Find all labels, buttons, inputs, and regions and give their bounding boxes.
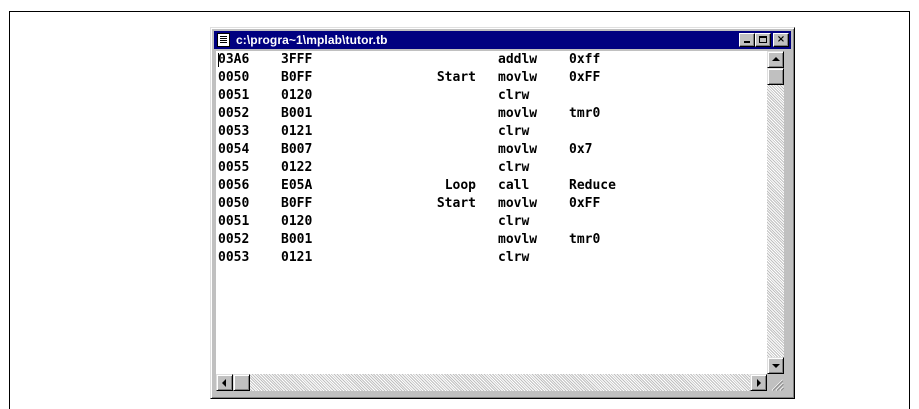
opcode-cell: E05A: [281, 178, 313, 193]
mnemonic-cell: addlw: [498, 52, 538, 67]
arrow-up-icon: [772, 57, 780, 61]
address-cell: 0056: [218, 178, 250, 193]
mnemonic-cell: movlw: [498, 196, 538, 211]
label-cell: Start: [436, 70, 476, 85]
opcode-cell: B001: [281, 232, 313, 247]
arrow-left-icon: [222, 379, 226, 387]
opcode-cell: 3FFF: [281, 52, 313, 67]
scroll-up-button[interactable]: [767, 51, 784, 68]
arrow-down-icon: [772, 364, 780, 368]
mnemonic-cell: clrw: [498, 214, 530, 229]
opcode-cell: B007: [281, 142, 313, 157]
maximize-button[interactable]: [755, 33, 771, 47]
mnemonic-cell: clrw: [498, 124, 530, 139]
address-cell: 0052: [218, 232, 250, 247]
opcode-cell: B001: [281, 106, 313, 121]
address-cell: 0052: [218, 106, 250, 121]
address-cell: 0050: [218, 70, 250, 85]
mnemonic-cell: movlw: [498, 106, 538, 121]
opcode-cell: 0120: [281, 214, 313, 229]
grip-line: [780, 387, 785, 391]
close-icon: ×: [776, 34, 786, 45]
close-button[interactable]: ×: [773, 33, 789, 47]
address-cell: 0053: [218, 124, 250, 139]
horizontal-scroll-thumb[interactable]: [233, 374, 250, 391]
scroll-left-button[interactable]: [216, 374, 233, 391]
title-bar-buttons: ×: [739, 33, 789, 47]
mnemonic-cell: call: [498, 178, 530, 193]
window-title: c:\progra~1\mplab\tutor.tb: [236, 33, 388, 47]
opcode-cell: B0FF: [281, 196, 313, 211]
operand-cell: 0xFF: [569, 70, 601, 85]
address-cell: 0055: [218, 160, 250, 175]
mnemonic-cell: clrw: [498, 250, 530, 265]
opcode-cell: 0122: [281, 160, 313, 175]
title-bar[interactable]: c:\progra~1\mplab\tutor.tb ×: [214, 31, 791, 49]
opcode-cell: B0FF: [281, 70, 313, 85]
address-cell: 0054: [218, 142, 250, 157]
operand-cell: 0xFF: [569, 196, 601, 211]
tutor-window: c:\progra~1\mplab\tutor.tb × 03A6 3FFF add…: [210, 27, 795, 399]
vertical-scroll-thumb[interactable]: [767, 68, 784, 85]
operand-cell: 0xff: [569, 52, 601, 67]
mnemonic-cell: clrw: [498, 160, 530, 175]
mnemonic-cell: movlw: [498, 70, 538, 85]
mnemonic-cell: clrw: [498, 88, 530, 103]
minimize-icon: [744, 41, 750, 43]
maximize-icon: [759, 36, 767, 43]
opcode-cell: 0120: [281, 88, 313, 103]
address-cell: 0051: [218, 88, 250, 103]
opcode-cell: 0121: [281, 250, 313, 265]
operand-cell: Reduce: [569, 178, 616, 193]
minimize-button[interactable]: [739, 33, 755, 47]
address-cell: 0053: [218, 250, 250, 265]
mnemonic-cell: movlw: [498, 232, 538, 247]
scroll-down-button[interactable]: [767, 357, 784, 374]
document-icon[interactable]: [217, 33, 230, 47]
address-cell: 03A6: [218, 52, 250, 67]
scroll-right-button[interactable]: [750, 374, 767, 391]
label-cell: Loop: [444, 178, 476, 193]
operand-cell: 0x7: [569, 142, 593, 157]
opcode-cell: 0121: [281, 124, 313, 139]
operand-cell: tmr0: [569, 232, 601, 247]
mnemonic-cell: movlw: [498, 142, 538, 157]
horizontal-scrollbar[interactable]: [216, 374, 767, 391]
address-cell: 0051: [218, 214, 250, 229]
label-cell: Start: [436, 196, 476, 211]
vertical-scrollbar[interactable]: [767, 51, 784, 374]
address-cell: 0050: [218, 196, 250, 211]
code-listing[interactable]: 03A6 3FFF addlw 0xff 0050 B0FF Start movlw 0xFF 0…: [216, 51, 767, 374]
operand-cell: tmr0: [569, 106, 601, 121]
resize-grip[interactable]: [767, 374, 785, 391]
arrow-right-icon: [757, 379, 761, 387]
